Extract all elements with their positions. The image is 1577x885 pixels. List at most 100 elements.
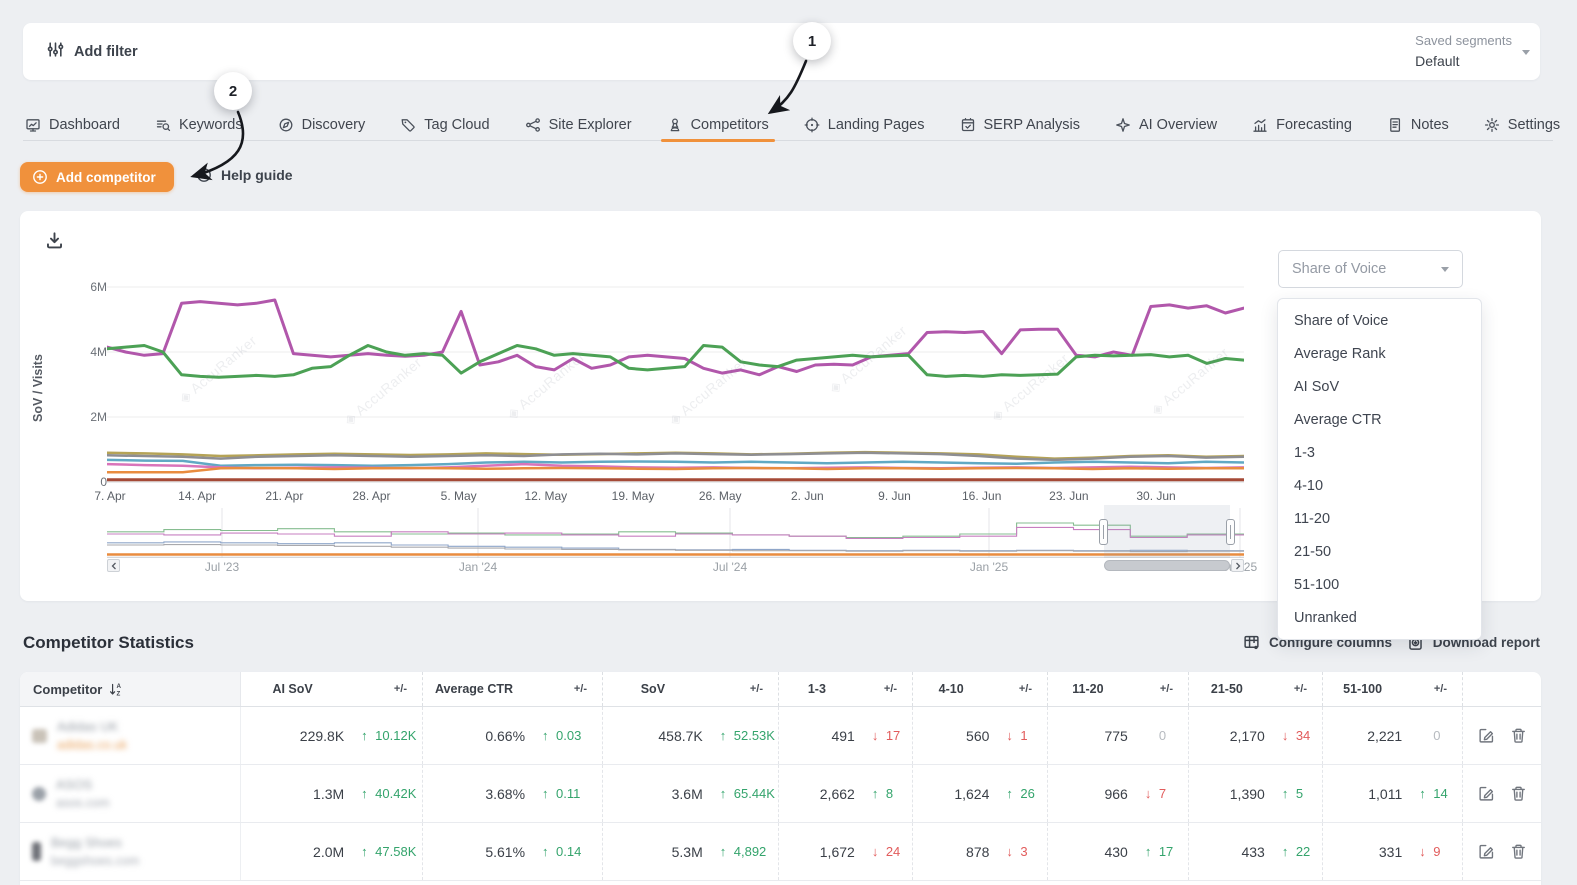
tab-serp-analysis[interactable]: SERP Analysis	[958, 104, 1082, 140]
competitor-favicon	[32, 787, 46, 801]
plus-minus-header: +/-	[855, 683, 912, 695]
metric-option-unranked[interactable]: Unranked	[1278, 601, 1481, 634]
competitor-domain-blurred[interactable]: asos.com	[56, 796, 110, 810]
navigator-left-handle[interactable]	[1099, 519, 1108, 545]
scrollbar-thumb[interactable]	[1104, 560, 1230, 571]
change-up: ↑0.14	[525, 844, 602, 859]
column-header-1-3[interactable]: 1-3 +/-	[778, 672, 912, 706]
help-guide-link[interactable]: Help guide	[196, 167, 293, 183]
column-header-competitor[interactable]: Competitor AZ	[20, 672, 240, 706]
plus-minus-header: +/-	[1265, 683, 1322, 695]
down-arrow-icon: ↓	[872, 728, 886, 743]
navigator-scrollbar: Jul '25Jan '25Jul '24Jan '24Jul '23	[107, 559, 1244, 574]
down-arrow-icon: ↓	[1282, 728, 1296, 743]
metric-cell: 775 0	[1047, 707, 1188, 764]
navigator-tick: Jan '25	[970, 560, 1008, 574]
tab-site-explorer[interactable]: Site Explorer	[523, 104, 634, 140]
tab-forecasting[interactable]: Forecasting	[1250, 104, 1354, 140]
tab-discovery[interactable]: Discovery	[276, 104, 368, 140]
up-arrow-icon: ↑	[1282, 786, 1296, 801]
x-tick: 30. Jun	[1136, 489, 1175, 503]
edit-icon[interactable]	[1478, 843, 1495, 860]
tab-landing-pages[interactable]: Landing Pages	[802, 104, 927, 140]
change-down: ↓9	[1402, 844, 1462, 859]
metric-select-value: Share of Voice	[1292, 261, 1386, 277]
navigator-right-handle[interactable]	[1226, 519, 1235, 545]
forecasting-icon	[1252, 117, 1268, 133]
competitor-cell: Adidas UK adidas.co.uk	[20, 707, 240, 764]
change-up: ↑0.03	[525, 728, 602, 743]
competitors-icon	[667, 117, 683, 133]
change-up: ↑10.12K	[344, 728, 422, 743]
metric-cell: 458.7K ↑52.53K	[602, 707, 778, 764]
change-up: ↑47.58K	[344, 844, 422, 859]
competitor-favicon	[32, 842, 41, 861]
tab-tag-cloud[interactable]: Tag Cloud	[398, 104, 491, 140]
discovery-icon	[278, 117, 294, 133]
x-tick: 14. Apr	[178, 489, 216, 503]
x-tick: 19. May	[612, 489, 655, 503]
up-arrow-icon: ↑	[542, 786, 556, 801]
edit-icon[interactable]	[1478, 785, 1495, 802]
saved-segments-select[interactable]: Saved segments Default	[1415, 32, 1512, 71]
callout-1-badge: 1	[793, 22, 831, 60]
column-header-sov[interactable]: SoV +/-	[602, 672, 778, 706]
table-header-row: Competitor AZ AI SoV +/- Average CTR +/-…	[20, 672, 1541, 707]
down-arrow-icon: ↓	[872, 844, 886, 859]
filter-bar: Add filter Saved segments Default	[23, 23, 1540, 80]
metric-option-21-50[interactable]: 21-50	[1278, 535, 1481, 568]
competitor-favicon	[32, 729, 47, 743]
metric-select[interactable]: Share of Voice	[1278, 250, 1463, 288]
metric-option-ai-sov[interactable]: AI SoV	[1278, 370, 1481, 403]
svg-text:Z: Z	[117, 690, 121, 696]
navigator-series-3	[107, 545, 1244, 552]
scroll-left-button[interactable]	[107, 559, 120, 572]
column-header-4-10[interactable]: 4-10 +/-	[912, 672, 1047, 706]
up-arrow-icon: ↑	[720, 844, 734, 859]
navigator-selected-range[interactable]	[1104, 505, 1230, 558]
column-header-ai-sov[interactable]: AI SoV +/-	[240, 672, 422, 706]
main-tabbar: Dashboard Keywords Discovery Tag Cloud S…	[23, 104, 1553, 141]
tag-cloud-icon	[400, 117, 416, 133]
edit-icon[interactable]	[1478, 727, 1495, 744]
metric-option-share-of-voice[interactable]: Share of Voice	[1278, 304, 1481, 337]
column-header-21-50[interactable]: 21-50 +/-	[1188, 672, 1322, 706]
trash-icon[interactable]	[1510, 727, 1527, 744]
sort-az-icon: AZ	[109, 682, 123, 697]
tab-competitors[interactable]: Competitors	[665, 104, 771, 140]
metric-option-average-ctr[interactable]: Average CTR	[1278, 403, 1481, 436]
trash-icon[interactable]	[1510, 785, 1527, 802]
column-header-11-20[interactable]: 11-20 +/-	[1047, 672, 1188, 706]
landing-pages-icon	[804, 117, 820, 133]
chart-download-icon[interactable]	[45, 231, 64, 255]
metric-cell: 1,672 ↓24	[778, 823, 912, 880]
ai-overview-icon	[1115, 117, 1131, 133]
metric-option-average-rank[interactable]: Average Rank	[1278, 337, 1481, 370]
column-header-51-100[interactable]: 51-100 +/-	[1322, 672, 1462, 706]
row-actions	[1462, 823, 1541, 880]
metric-option-51-100[interactable]: 51-100	[1278, 568, 1481, 601]
column-header-average-ctr[interactable]: Average CTR +/-	[422, 672, 602, 706]
chevron-down-icon	[1441, 267, 1449, 272]
add-filter-button[interactable]: Add filter	[23, 23, 162, 80]
tab-settings[interactable]: Settings	[1482, 104, 1562, 140]
navigator-tick: Jul '24	[713, 560, 747, 574]
tab-notes[interactable]: Notes	[1385, 104, 1451, 140]
trash-icon[interactable]	[1510, 843, 1527, 860]
competitors-page: Add filter Saved segments Default Dashbo…	[0, 0, 1577, 885]
metric-option-4-10[interactable]: 4-10	[1278, 469, 1481, 502]
plus-minus-header: +/-	[1402, 683, 1462, 695]
configure-columns-icon	[1243, 634, 1260, 651]
add-competitor-button[interactable]: Add competitor	[20, 162, 174, 192]
metric-option-1-3[interactable]: 1-3	[1278, 436, 1481, 469]
metric-option-11-20[interactable]: 11-20	[1278, 502, 1481, 535]
y-tick-6m: 6M	[47, 280, 107, 294]
scroll-right-button[interactable]	[1231, 559, 1244, 572]
competitor-domain-blurred[interactable]: adidas.co.uk	[57, 738, 127, 752]
competitor-domain-blurred[interactable]: beggshoes.com	[51, 854, 139, 868]
row-actions	[1462, 707, 1541, 764]
tab-ai-overview[interactable]: AI Overview	[1113, 104, 1219, 140]
metric-cell: 331 ↓9	[1322, 823, 1462, 880]
serp-analysis-icon	[960, 117, 976, 133]
tab-dashboard[interactable]: Dashboard	[23, 104, 122, 140]
